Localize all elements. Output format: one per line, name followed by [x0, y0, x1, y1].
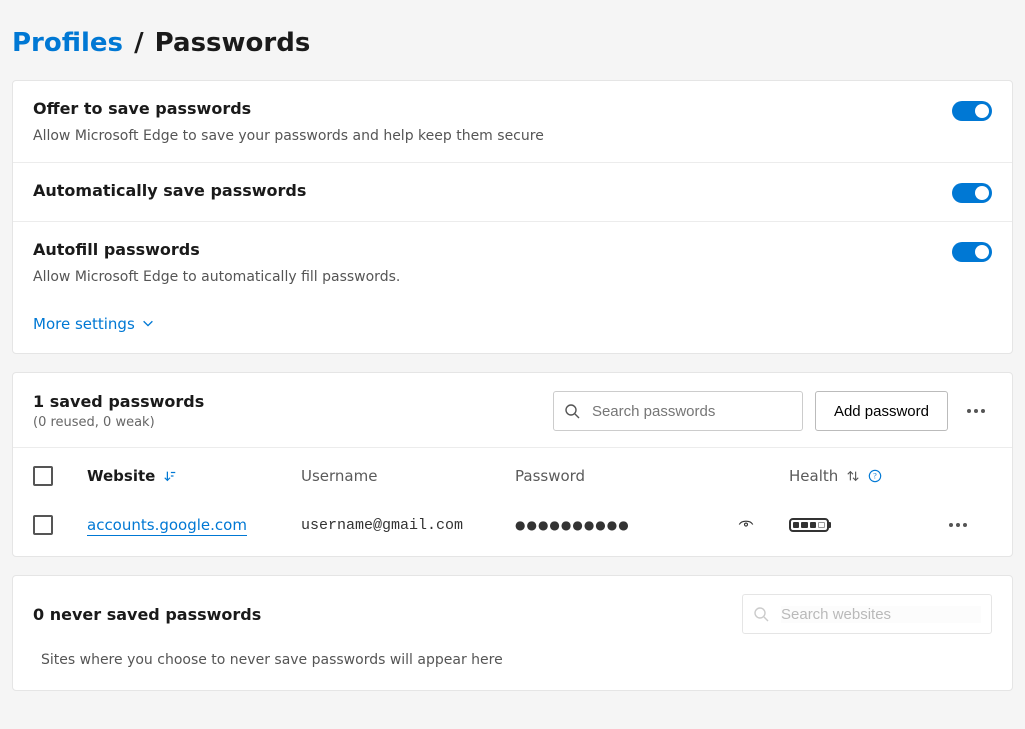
- select-all-checkbox[interactable]: [33, 466, 53, 486]
- autofill-desc: Allow Microsoft Edge to automatically fi…: [33, 269, 932, 285]
- password-strength-icon: [789, 518, 829, 532]
- col-health[interactable]: Health ?: [789, 467, 938, 485]
- saved-count-label: 1 saved passwords: [33, 392, 204, 411]
- sort-icon: [163, 469, 177, 483]
- col-website[interactable]: Website: [87, 467, 297, 485]
- more-icon: [949, 523, 967, 527]
- search-passwords-input[interactable]: [592, 403, 792, 420]
- auto-save-toggle[interactable]: [952, 183, 992, 203]
- search-icon: [564, 403, 580, 419]
- search-icon: [753, 606, 769, 622]
- sort-arrows-icon: [846, 469, 860, 483]
- more-icon: [967, 409, 985, 413]
- autofill-toggle[interactable]: [952, 242, 992, 262]
- offer-to-save-toggle[interactable]: [952, 101, 992, 121]
- breadcrumb-separator: /: [132, 28, 146, 58]
- add-password-button[interactable]: Add password: [815, 391, 948, 431]
- search-passwords-box[interactable]: [553, 391, 803, 431]
- saved-sub-label: (0 reused, 0 weak): [33, 415, 204, 430]
- auto-save-title: Automatically save passwords: [33, 181, 932, 200]
- autofill-title: Autofill passwords: [33, 240, 932, 259]
- breadcrumb: Profiles / Passwords: [0, 0, 1025, 80]
- svg-text:?: ?: [874, 472, 878, 481]
- col-website-label: Website: [87, 467, 155, 485]
- info-icon[interactable]: ?: [868, 469, 882, 483]
- more-settings-link[interactable]: More settings: [33, 315, 155, 333]
- auto-save-row: Automatically save passwords: [13, 163, 1012, 222]
- offer-to-save-row: Offer to save passwords Allow Microsoft …: [13, 81, 1012, 163]
- breadcrumb-current: Passwords: [155, 28, 311, 58]
- offer-to-save-desc: Allow Microsoft Edge to save your passwo…: [33, 128, 932, 144]
- offer-to-save-title: Offer to save passwords: [33, 99, 932, 118]
- never-saved-title: 0 never saved passwords: [33, 605, 261, 624]
- never-saved-card: 0 never saved passwords Sites where you …: [12, 575, 1013, 691]
- row-more-button[interactable]: [942, 523, 974, 527]
- settings-card: Offer to save passwords Allow Microsoft …: [12, 80, 1013, 354]
- saved-more-button[interactable]: [960, 409, 992, 413]
- search-never-input: [781, 606, 981, 623]
- passwords-table-header: Website Username Password Health ?: [13, 447, 1012, 500]
- col-username: Username: [301, 467, 511, 485]
- autofill-row: Autofill passwords Allow Microsoft Edge …: [13, 222, 1012, 303]
- saved-passwords-card: 1 saved passwords (0 reused, 0 weak) Add…: [12, 372, 1013, 557]
- chevron-down-icon: [141, 316, 155, 334]
- row-checkbox[interactable]: [33, 515, 53, 535]
- search-never-box: [742, 594, 992, 634]
- reveal-password-icon[interactable]: [737, 514, 755, 536]
- col-health-label: Health: [789, 467, 838, 485]
- breadcrumb-parent-link[interactable]: Profiles: [12, 28, 123, 58]
- more-settings-label: More settings: [33, 315, 135, 333]
- col-password: Password: [515, 467, 785, 485]
- site-link[interactable]: accounts.google.com: [87, 516, 247, 536]
- table-row: accounts.google.com username@gmail.com ●…: [13, 500, 1012, 556]
- password-mask: ●●●●●●●●●●: [515, 518, 630, 532]
- never-saved-desc: Sites where you choose to never save pas…: [13, 652, 1012, 690]
- username-cell: username@gmail.com: [301, 517, 511, 534]
